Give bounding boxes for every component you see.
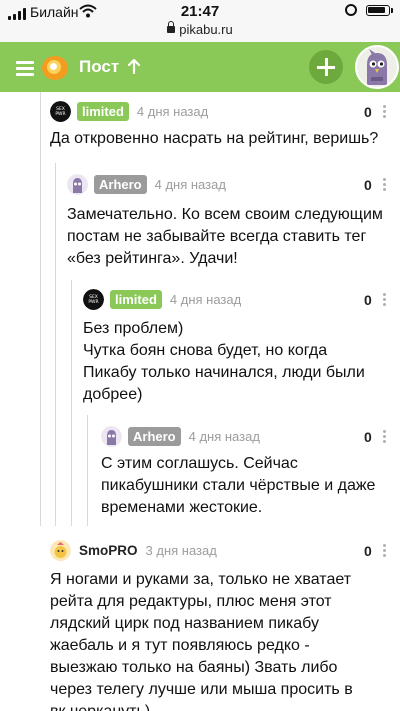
clock: 21:47 <box>180 3 220 20</box>
comment-rating: 0 <box>364 104 372 120</box>
avatar[interactable] <box>50 540 71 561</box>
comment-date: 4 дня назад <box>154 177 226 192</box>
address-bar[interactable]: pikabu.ru <box>0 21 400 37</box>
comment-text: С этим соглашусь. Сейчас пикабушники ста… <box>101 455 376 516</box>
avatar[interactable]: SEX PWR <box>50 101 71 122</box>
more-options-icon[interactable] <box>383 293 387 307</box>
alarm-icon <box>345 4 357 16</box>
avatar[interactable] <box>67 174 88 195</box>
comment-text: Да откровенно насрать на рейтинг, веришь… <box>50 130 379 147</box>
more-options-icon[interactable] <box>383 544 387 558</box>
battery-icon <box>366 5 393 16</box>
author-name[interactable]: SmoPRO <box>79 543 138 558</box>
add-post-button[interactable] <box>309 50 343 84</box>
app-header: Пост <box>0 42 400 92</box>
pikabu-logo-icon[interactable] <box>42 54 70 80</box>
comment-date: 4 дня назад <box>136 104 209 119</box>
comment-text: Без проблем) Чутка боян снова будет, но … <box>83 320 365 403</box>
comment-rating: 0 <box>364 429 372 445</box>
more-options-icon[interactable] <box>383 105 387 119</box>
comment-date: 4 дня назад <box>188 429 260 444</box>
lock-icon <box>167 21 176 33</box>
svg-text:PWR: PWR <box>88 299 98 305</box>
page-title: Пост <box>79 57 120 76</box>
author-name[interactable]: limited <box>110 290 162 309</box>
comment-rating: 0 <box>364 543 372 559</box>
arrow-up-icon[interactable] <box>127 58 141 74</box>
author-name[interactable]: Arhero <box>128 427 181 446</box>
avatar[interactable] <box>101 426 122 447</box>
comment-date: 4 дня назад <box>169 292 242 307</box>
comment-text: Я ногами и руками за, только не хватает … <box>50 571 353 711</box>
svg-text:PWR: PWR <box>55 111 65 117</box>
more-options-icon[interactable] <box>383 178 387 192</box>
thread-line <box>87 415 88 526</box>
user-avatar[interactable] <box>355 45 399 89</box>
avatar[interactable]: SEX PWR <box>83 289 104 310</box>
thread-line <box>40 92 41 526</box>
comment-rating: 0 <box>364 292 372 308</box>
author-name[interactable]: limited <box>77 102 129 121</box>
more-options-icon[interactable] <box>383 430 387 444</box>
thread-line <box>55 163 56 526</box>
thread-line <box>71 280 72 526</box>
status-bar: Билайн 21:47 pikabu.ru <box>0 0 400 42</box>
author-name[interactable]: Arhero <box>94 175 147 194</box>
comment-rating: 0 <box>364 177 372 193</box>
comment-date: 3 дня назад <box>145 543 217 558</box>
menu-icon[interactable] <box>16 61 34 76</box>
url-text: pikabu.ru <box>179 22 233 37</box>
comment-text: Замечательно. Ко всем своим следующим по… <box>67 206 383 267</box>
